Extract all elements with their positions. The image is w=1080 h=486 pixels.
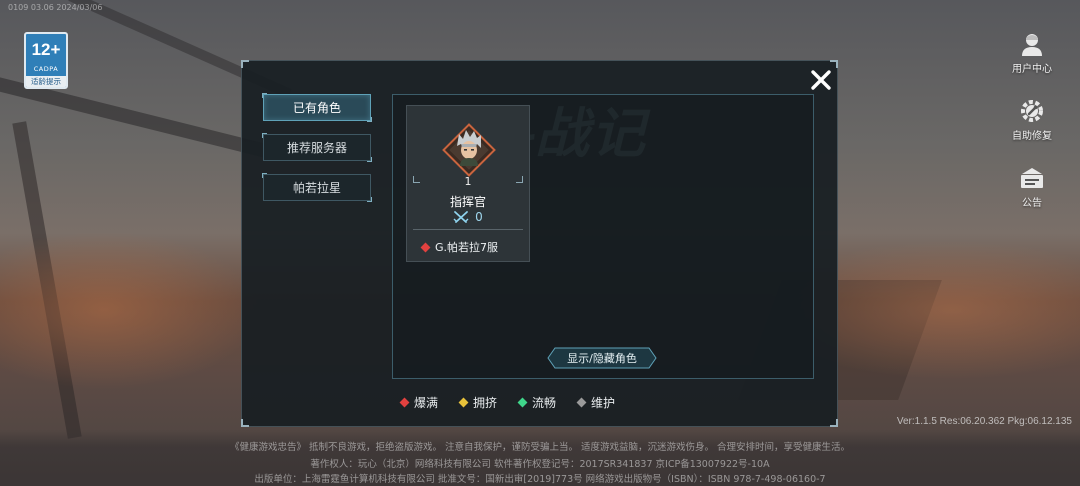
- server-select-dialog: 已有角色 推荐服务器 帕若拉星 格斗战记 1 指挥官 0 G.帕若拉7服 显示/…: [241, 60, 838, 427]
- character-list-panel: 格斗战记 1 指挥官 0 G.帕若拉7服 显示/隐藏角色: [392, 94, 814, 379]
- legend-smooth-label: 流畅: [532, 396, 557, 410]
- character-card[interactable]: 1 指挥官 0 G.帕若拉7服: [406, 105, 530, 262]
- character-name: 指挥官: [449, 195, 486, 209]
- legend-crowded-label: 拥挤: [473, 396, 498, 410]
- legend-item-maintenance: 维护: [576, 394, 616, 411]
- tab-recommended-servers[interactable]: 推荐服务器: [262, 133, 372, 162]
- legend-item-crowded: 拥挤: [458, 394, 498, 411]
- legend-item-smooth: 流畅: [517, 394, 557, 411]
- legend-full-label: 爆满: [414, 396, 439, 410]
- publisher-info: 出版单位：上海雷霆鱼计算机科技有限公司 批准文号：国新出审[2019]773号 …: [254, 474, 826, 485]
- legend-item-full: 爆满: [399, 394, 439, 411]
- user-center-label: 用户中心: [1012, 64, 1052, 75]
- tab-existing-characters[interactable]: 已有角色: [262, 93, 372, 122]
- card-divider: [413, 229, 523, 230]
- announcement-button[interactable]: 公告: [1002, 164, 1062, 209]
- close-button[interactable]: [804, 65, 838, 95]
- character-portrait-icon: [442, 123, 496, 177]
- health-advisory: 《健康游戏忠告》 抵制不良游戏，拒绝盗版游戏。 注意自我保护，谨防受骗上当。 适…: [229, 442, 851, 453]
- top-status-text: 0109 03.06 2024/03/06: [8, 3, 103, 12]
- announcement-icon: [1021, 168, 1043, 188]
- toggle-characters-button[interactable]: 显示/隐藏角色: [547, 347, 657, 369]
- announcement-label: 公告: [1022, 198, 1042, 209]
- character-server-name: G.帕若拉7服: [435, 241, 499, 254]
- character-server: G.帕若拉7服: [420, 239, 499, 255]
- legend-maintenance-label: 维护: [591, 396, 616, 410]
- crossed-swords-icon: [453, 211, 469, 223]
- character-level: 1: [464, 175, 472, 188]
- server-status-legend: 爆满 拥挤 流畅 维护: [399, 394, 616, 411]
- character-power: 0: [407, 210, 529, 224]
- self-repair-button[interactable]: 自助修复: [1002, 97, 1062, 142]
- tab-parola-star[interactable]: 帕若拉星: [262, 173, 372, 202]
- age-rating-tip: 适龄提示: [26, 76, 66, 87]
- server-status-full-icon: [420, 242, 431, 252]
- legend-maintenance-icon: [576, 397, 587, 408]
- copyright-info: 著作权人：玩心（北京）网络科技有限公司 软件著作权登记号：2017SR34183…: [310, 459, 770, 470]
- user-icon: [1022, 34, 1042, 56]
- repair-gear-icon: [1021, 100, 1043, 122]
- version-info: Ver:1.1.5 Res:06.20.362 Pkg:06.12.135: [896, 416, 1072, 427]
- age-rating: 12+: [31, 40, 61, 59]
- legend-smooth-icon: [517, 397, 528, 408]
- toggle-characters-label: 显示/隐藏角色: [567, 352, 637, 365]
- legend-full-icon: [399, 397, 410, 408]
- age-rating-badge: 12+ CADPA 适龄提示: [24, 32, 68, 89]
- legend-crowded-icon: [458, 397, 469, 408]
- age-rating-org: CADPA: [33, 65, 59, 73]
- user-center-button[interactable]: 用户中心: [1002, 30, 1062, 75]
- close-icon: [811, 70, 831, 90]
- self-repair-label: 自助修复: [1012, 131, 1052, 142]
- character-power-value: 0: [475, 210, 483, 224]
